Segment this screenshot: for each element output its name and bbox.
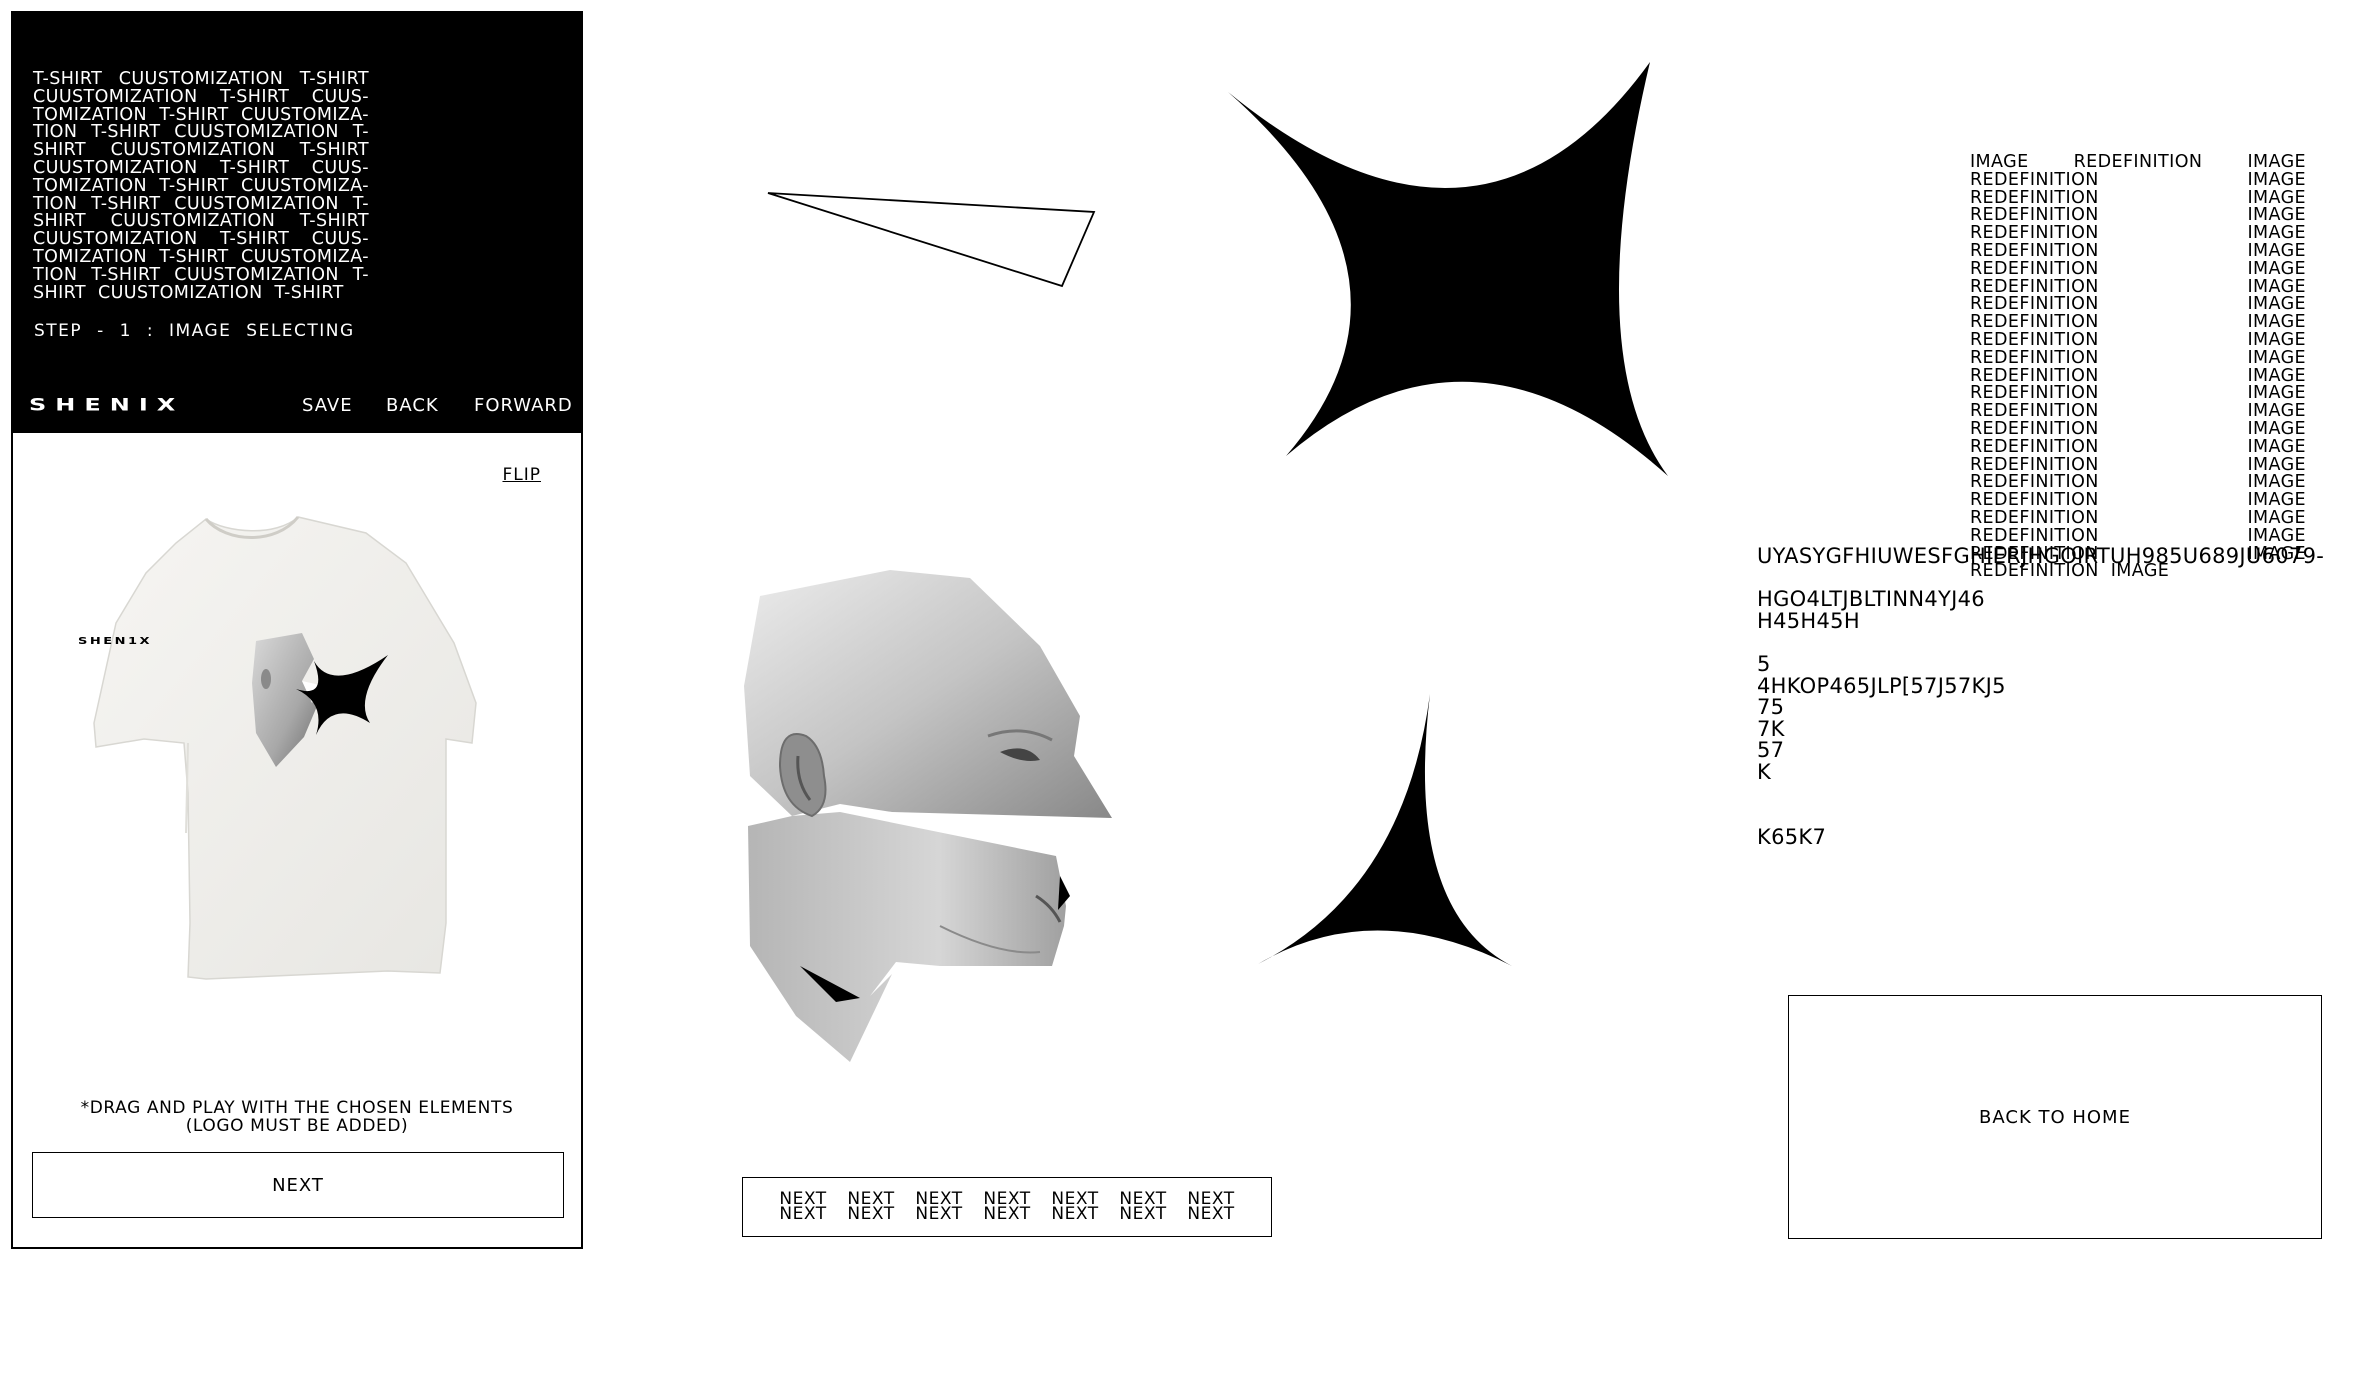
next-item-5[interactable]: NEXT NEXT (1041, 1190, 1109, 1223)
drag-note: *DRAG AND PLAY WITH THE CHOSEN ELEMENTS … (13, 1099, 581, 1135)
next-item-1[interactable]: NEXT NEXT (769, 1190, 837, 1223)
panel-header: T-SHIRT CUUSTOMIZATION T-SHIRT CUUSTOMIZ… (13, 13, 581, 433)
triangle-shape[interactable] (760, 186, 1100, 296)
head-collage-image[interactable] (740, 566, 1120, 1076)
brand-logo[interactable]: SHENIX (29, 395, 184, 415)
customization-panel: T-SHIRT CUUSTOMIZATION T-SHIRT CUUSTOMIZ… (11, 11, 583, 1249)
step-label: STEP - 1 : IMAGE SELECTING (34, 321, 355, 341)
large-star-icon[interactable] (1220, 58, 1680, 478)
tshirt-customization-repeat-text: T-SHIRT CUUSTOMIZATION T-SHIRT CUUSTOMIZ… (33, 69, 369, 303)
nav-bar: SHENIX SAVE BACK FORWARD (29, 393, 572, 423)
code-text-block: UYASYGFHIUWESFGHIERJHGOIRTUH985U689JU607… (1757, 544, 2325, 849)
save-button[interactable]: SAVE (302, 395, 353, 416)
tshirt-preview[interactable]: SHEN1X (76, 503, 536, 993)
next-button-row: NEXT NEXT NEXT NEXT NEXT NEXT NEXT NEXT NEXT… (742, 1177, 1272, 1237)
forward-button[interactable]: FORWARD (474, 395, 573, 416)
small-star-icon[interactable] (1254, 690, 1514, 970)
back-button[interactable]: BACK (386, 395, 439, 416)
next-item-4[interactable]: NEXT NEXT (973, 1190, 1041, 1223)
next-item-6[interactable]: NEXT NEXT (1109, 1190, 1177, 1223)
next-button[interactable]: NEXT (32, 1152, 564, 1218)
shirt-logo[interactable]: SHEN1X (78, 635, 152, 647)
next-item-3[interactable]: NEXT NEXT (905, 1190, 973, 1223)
back-to-home-button[interactable]: BACK TO HOME (1788, 995, 2322, 1239)
flip-button[interactable]: FLIP (502, 465, 541, 485)
next-item-2[interactable]: NEXT NEXT (837, 1190, 905, 1223)
next-item-7[interactable]: NEXT NEXT (1177, 1190, 1245, 1223)
drag-note-line-2: (LOGO MUST BE ADDED) (185, 1116, 409, 1136)
image-redefinition-text: IMAGE REDEFINITION IMAGE REDEFINITION IM… (1970, 152, 2306, 582)
drag-note-line-1: *DRAG AND PLAY WITH THE CHOSEN ELEMENTS (80, 1098, 514, 1118)
